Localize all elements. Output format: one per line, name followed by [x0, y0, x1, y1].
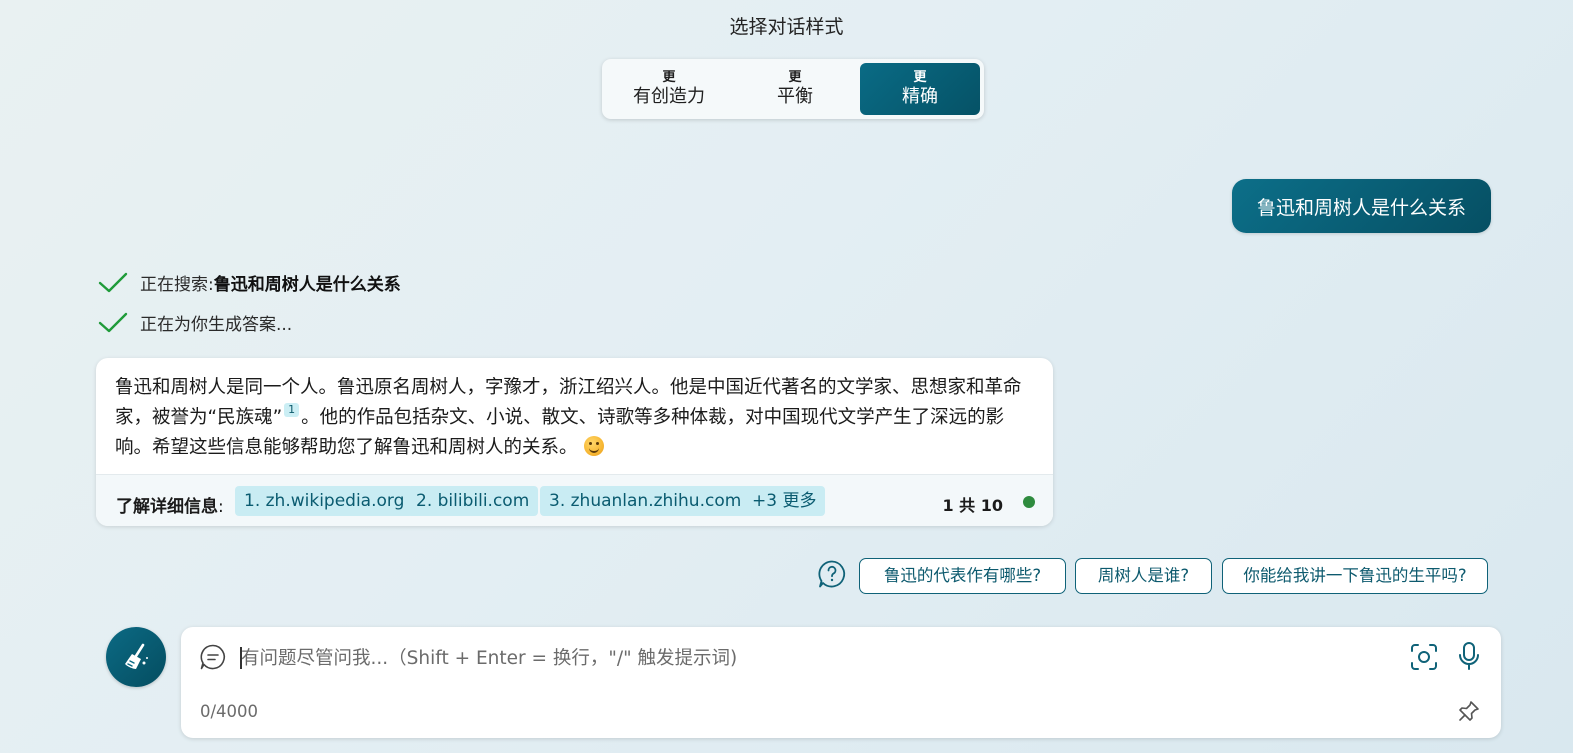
- style-option-label: 精确: [902, 86, 938, 107]
- character-count: 0/4000: [200, 702, 259, 721]
- checkmark-icon: [98, 312, 128, 332]
- chat-input[interactable]: [241, 641, 1391, 675]
- citation-marker[interactable]: 1: [284, 403, 300, 417]
- smiling-face-emoji-icon: [583, 436, 604, 456]
- status-generating: 正在为你生成答案...: [98, 310, 292, 335]
- style-option-prefix: 更: [913, 70, 927, 85]
- status-generating-text: 正在为你生成答案...: [140, 315, 293, 335]
- sources-bar: 了解详细信息: 1. zh.wikipedia.org 2. bilibili.…: [96, 474, 1053, 526]
- status-searching-prefix: 正在搜索:: [140, 275, 214, 295]
- answer-text: 鲁迅和周树人是同一个人。鲁迅原名周树人，字豫才，浙江绍兴人。他是中国近代著名的文…: [115, 373, 1040, 463]
- conversation-style-toggle: 更 有创造力 更 平衡 更 精确: [602, 59, 984, 119]
- style-option-label: 有创造力: [633, 86, 705, 107]
- style-option-creative[interactable]: 更 有创造力: [606, 63, 732, 115]
- pin-icon[interactable]: [1457, 699, 1481, 723]
- status-dot: [1023, 496, 1035, 508]
- status-searching: 正在搜索: 鲁迅和周树人是什么关系: [98, 270, 401, 295]
- source-link-3[interactable]: 3. zhuanlan.zhihu.com: [540, 486, 751, 516]
- visual-search-icon[interactable]: [1409, 642, 1439, 672]
- broom-icon: [125, 643, 148, 669]
- learn-more-text: 了解详细信息: [116, 497, 218, 517]
- learn-more-label: 了解详细信息:: [116, 492, 224, 517]
- text-caret: [240, 647, 242, 669]
- chat-bubble-icon: [200, 644, 225, 670]
- chat-input-box: 0/4000: [181, 627, 1501, 738]
- status-searching-query: 鲁迅和周树人是什么关系: [213, 275, 401, 295]
- style-option-balanced[interactable]: 更 平衡: [732, 63, 858, 115]
- style-option-precise[interactable]: 更 精确: [860, 63, 980, 115]
- new-topic-button[interactable]: [106, 627, 166, 687]
- learn-more-colon: :: [218, 497, 224, 517]
- more-sources-link[interactable]: +3 更多: [743, 486, 826, 516]
- source-link-2[interactable]: 2. bilibili.com: [407, 486, 539, 516]
- microphone-icon[interactable]: [1457, 641, 1481, 671]
- suggestion-chip-2[interactable]: 周树人是谁?: [1075, 558, 1212, 594]
- suggestion-chip-1[interactable]: 鲁迅的代表作有哪些?: [859, 558, 1066, 594]
- question-bubble-icon[interactable]: [817, 559, 847, 589]
- style-option-prefix: 更: [662, 70, 676, 85]
- response-count: 1 共 10: [942, 496, 1003, 515]
- user-message-bubble: 鲁迅和周树人是什么关系: [1232, 179, 1491, 233]
- source-link-1[interactable]: 1. zh.wikipedia.org: [235, 486, 414, 516]
- conversation-style-title: 选择对话样式: [729, 16, 844, 38]
- suggestion-chip-3[interactable]: 你能给我讲一下鲁迅的生平吗?: [1222, 558, 1488, 594]
- checkmark-icon: [98, 272, 128, 292]
- answer-card: 鲁迅和周树人是同一个人。鲁迅原名周树人，字豫才，浙江绍兴人。他是中国近代著名的文…: [96, 358, 1053, 526]
- style-option-label: 平衡: [777, 86, 813, 107]
- style-option-prefix: 更: [788, 70, 802, 85]
